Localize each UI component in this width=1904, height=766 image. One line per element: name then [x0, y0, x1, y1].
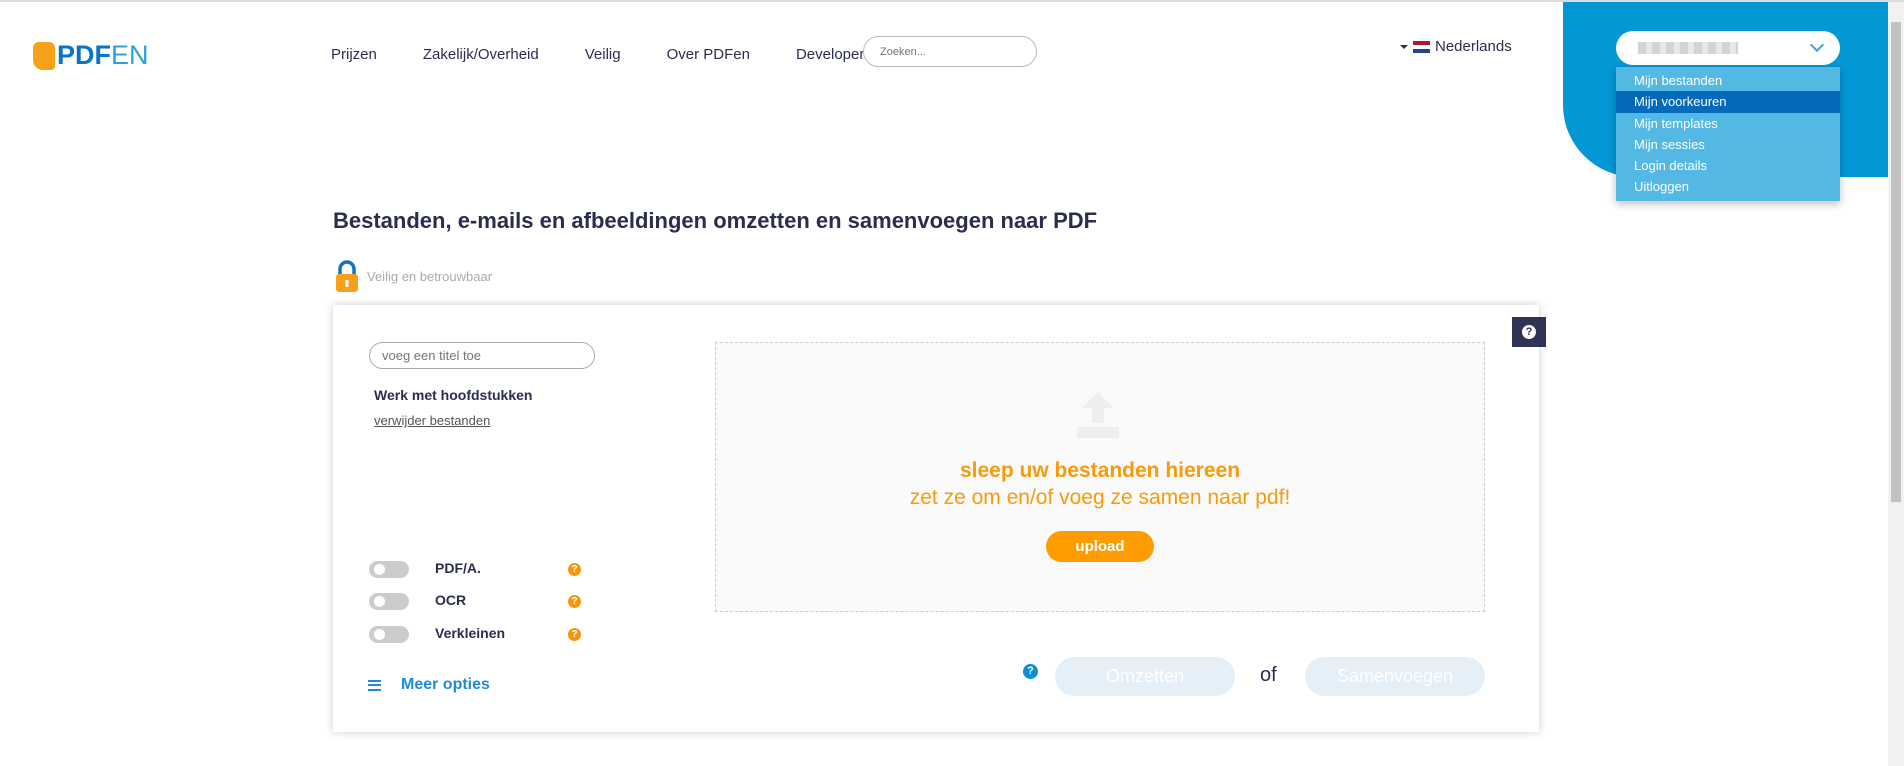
menu-item-uitloggen[interactable]: Uitloggen — [1616, 176, 1840, 197]
language-selector[interactable]: Nederlands — [1400, 38, 1512, 55]
user-menu: Mijn bestanden Mijn voorkeuren Mijn temp… — [1616, 67, 1840, 201]
main-nav: Prijzen Zakelijk/Overheid Veilig Over PD… — [331, 46, 918, 63]
dutch-flag-icon — [1413, 40, 1430, 53]
hamburger-icon — [368, 679, 381, 691]
menu-item-mijn-voorkeuren[interactable]: Mijn voorkeuren — [1616, 91, 1840, 113]
or-label: of — [1260, 664, 1277, 686]
nav-zakelijk[interactable]: Zakelijk/Overheid — [423, 46, 539, 63]
scrollbar[interactable] — [1888, 2, 1904, 766]
chapters-option[interactable]: Werk met hoofdstukken — [374, 387, 532, 403]
verkleinen-help-icon[interactable]: ? — [568, 628, 581, 641]
search-input[interactable] — [863, 36, 1037, 67]
convert-help-icon[interactable]: ? — [1023, 664, 1038, 679]
upload-icon — [1077, 392, 1119, 438]
drop-subtitle: zet ze om en/of voeg ze samen naar pdf! — [909, 486, 1291, 509]
help-tab[interactable]: ? — [1512, 317, 1546, 347]
secure-label: Veilig en betrouwbaar — [367, 269, 493, 284]
more-options-button[interactable]: Meer opties — [368, 676, 490, 694]
menu-item-login-details[interactable]: Login details — [1616, 155, 1840, 176]
scrollbar-thumb[interactable] — [1891, 22, 1901, 502]
pdfa-label: PDF/A. — [435, 560, 481, 576]
merge-button[interactable]: Samenvoegen — [1305, 657, 1485, 696]
ocr-toggle[interactable] — [369, 593, 409, 610]
redacted-username — [1638, 42, 1738, 54]
chevron-down-icon — [1809, 37, 1825, 53]
logo-mark-icon — [33, 41, 55, 70]
user-account-dropdown[interactable] — [1616, 31, 1840, 65]
question-icon: ? — [1522, 325, 1536, 339]
menu-item-mijn-bestanden[interactable]: Mijn bestanden — [1616, 70, 1840, 91]
pdfa-help-icon[interactable]: ? — [568, 563, 581, 576]
ocr-label: OCR — [435, 592, 467, 608]
caret-down-icon — [1400, 44, 1408, 49]
verkleinen-toggle[interactable] — [369, 626, 409, 643]
nav-prijzen[interactable]: Prijzen — [331, 46, 377, 63]
pdfen-logo[interactable]: PDF EN — [33, 40, 149, 71]
pdfa-toggle[interactable] — [369, 561, 409, 578]
remove-files-link[interactable]: verwijder bestanden — [374, 413, 490, 428]
lock-icon — [336, 260, 358, 292]
convert-button[interactable]: Omzetten — [1055, 657, 1235, 696]
nav-over[interactable]: Over PDFen — [667, 46, 750, 63]
verkleinen-label: Verkleinen — [435, 625, 506, 641]
upload-button[interactable]: upload — [1046, 531, 1154, 562]
page-title: Bestanden, e-mails en afbeeldingen omzet… — [333, 208, 1098, 233]
menu-item-mijn-templates[interactable]: Mijn templates — [1616, 113, 1840, 134]
nav-veilig[interactable]: Veilig — [585, 46, 621, 63]
title-input[interactable] — [369, 342, 595, 369]
nav-developers[interactable]: Developers — [796, 46, 872, 63]
drop-title: sleep uw bestanden hiereen — [959, 459, 1241, 482]
menu-item-mijn-sessies[interactable]: Mijn sessies — [1616, 134, 1840, 155]
ocr-help-icon[interactable]: ? — [568, 595, 581, 608]
